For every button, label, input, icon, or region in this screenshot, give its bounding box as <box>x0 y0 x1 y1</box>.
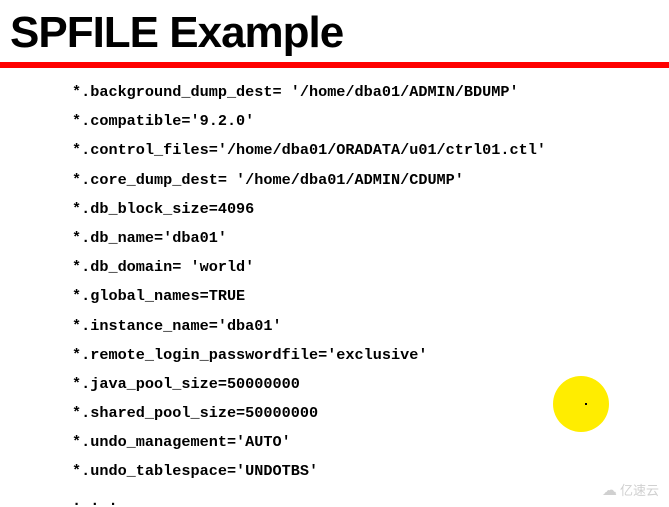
code-line: *.java_pool_size=50000000 <box>72 375 300 393</box>
code-line: *.db_block_size=4096 <box>72 200 254 218</box>
watermark-text: 亿速云 <box>620 480 659 499</box>
page-title: SPFILE Example <box>0 0 669 60</box>
pointer-highlight-icon <box>553 376 609 432</box>
code-line: *.control_files='/home/dba01/ORADATA/u01… <box>72 141 546 159</box>
watermark: ☁ 亿速云 <box>602 480 659 499</box>
code-line: *.db_domain= 'world' <box>72 258 254 276</box>
code-line: *.compatible='9.2.0' <box>72 112 254 130</box>
code-line: *.undo_management='AUTO' <box>72 433 291 451</box>
code-line: *.db_name='dba01' <box>72 229 227 247</box>
code-line: *.shared_pool_size=50000000 <box>72 404 318 422</box>
code-line: *.global_names=TRUE <box>72 287 245 305</box>
code-line: *.core_dump_dest= '/home/dba01/ADMIN/CDU… <box>72 171 464 189</box>
code-line: *.remote_login_passwordfile='exclusive' <box>72 346 427 364</box>
cloud-icon: ☁ <box>602 481 617 499</box>
title-underline <box>0 62 669 68</box>
code-line: *.undo_tablespace='UNDOTBS' <box>72 462 318 480</box>
code-line: . . . <box>72 492 118 507</box>
spfile-code-block: *.background_dump_dest= '/home/dba01/ADM… <box>0 78 669 507</box>
code-line: *.background_dump_dest= '/home/dba01/ADM… <box>72 83 519 101</box>
code-line: *.instance_name='dba01' <box>72 317 282 335</box>
